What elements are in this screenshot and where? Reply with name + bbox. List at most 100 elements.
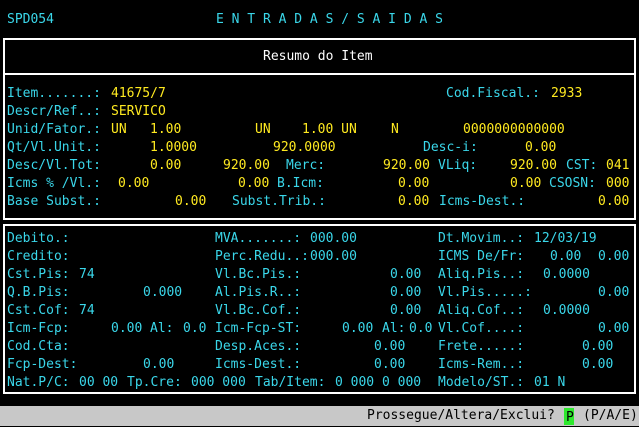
unid-1-value[interactable]: UN: [111, 121, 127, 139]
status-prompt: Prossegue/Altera/Exclui?: [367, 408, 555, 423]
icm-fcp-value[interactable]: 0.00: [111, 320, 142, 338]
icms-dest-label: Icms-Dest.:: [439, 194, 526, 209]
aliq-pis-label: Aliq.Pis..:: [438, 267, 525, 282]
item-label: Item.......:: [7, 86, 101, 101]
icms-fr-value[interactable]: 0.00: [598, 248, 629, 266]
vl-bc-cof-label: Vl.Bc.Cof.:: [215, 303, 302, 318]
modelo-st-value[interactable]: 01 N: [534, 374, 565, 392]
icms-pct-value[interactable]: 0.00: [118, 175, 149, 193]
vl-pis-label: Vl.Pis.....:: [438, 285, 532, 300]
qb-pis-label: Q.B.Pis:: [7, 285, 70, 300]
vl-cof-label: Vl.Cof....:: [438, 321, 525, 336]
item-value[interactable]: 41675/7: [111, 85, 166, 103]
al2-value[interactable]: 0.0: [409, 320, 432, 338]
subst-trib-value[interactable]: 0.00: [398, 193, 429, 211]
debito-label: Debito.:: [7, 231, 70, 246]
icms-de-value[interactable]: 0.00: [550, 248, 581, 266]
flag-n-value[interactable]: N: [391, 121, 399, 139]
al-pis-r-label: Al.Pis.R..:: [215, 285, 302, 300]
dt-movim-label: Dt.Movim..:: [438, 231, 525, 246]
screen-title: E N T R A D A S / S A I D A S: [216, 12, 443, 27]
fcp-dest-label: Fcp-Dest:: [7, 357, 78, 372]
cod-cta-label: Cod.Cta:: [7, 339, 70, 354]
section-title: Resumo do Item: [263, 49, 373, 64]
modelo-st-label: Modelo/ST.:: [438, 375, 525, 390]
cod-fiscal-value[interactable]: 2933: [551, 85, 582, 103]
frete-value[interactable]: 0.00: [582, 338, 613, 356]
cst-pis-label: Cst.Pis:: [7, 267, 70, 282]
desp-aces-value[interactable]: 0.00: [374, 338, 405, 356]
vl-cof-value[interactable]: 0.00: [598, 320, 629, 338]
vliq-value[interactable]: 920.00: [510, 157, 557, 175]
qb-pis-value[interactable]: 0.000: [143, 284, 182, 302]
vl-bc-cof-value[interactable]: 0.00: [390, 302, 421, 320]
aliq-cof-value[interactable]: 0.0000: [543, 302, 590, 320]
credito-label: Credito:: [7, 249, 70, 264]
icm-fcp-st-value[interactable]: 0.00: [342, 320, 373, 338]
dt-movim-value[interactable]: 12/03/19: [534, 230, 597, 248]
al-value[interactable]: 0.0: [183, 320, 206, 338]
unid-code-value[interactable]: 0000000000000: [463, 121, 565, 139]
perc-redu-label: Perc.Redu..:: [215, 249, 309, 264]
icms-dest2-value[interactable]: 0.00: [374, 356, 405, 374]
fator-1-value[interactable]: 1.00: [150, 121, 181, 139]
aliq-cof-label: Aliq.Cof..:: [438, 303, 525, 318]
descr-value[interactable]: SERVICO: [111, 103, 166, 121]
base-subst-value[interactable]: 0.00: [175, 193, 206, 211]
desc-vl-tot-label: Desc/Vl.Tot:: [7, 158, 101, 173]
bicm-label: B.Icm:: [277, 176, 324, 191]
vl-bc-pis-value[interactable]: 0.00: [390, 266, 421, 284]
icms-rem-label: Icms-Rem..:: [438, 357, 525, 372]
tab-item-value[interactable]: 0 000 0 000: [335, 374, 421, 392]
nat-pc-value[interactable]: 00 00: [79, 374, 118, 392]
mva-value[interactable]: 000.00: [310, 230, 357, 248]
cst-label: CST:: [566, 158, 598, 173]
cst-pis-value[interactable]: 74: [79, 266, 95, 284]
command-input[interactable]: P: [566, 409, 574, 427]
vliq-label: VLiq:: [438, 158, 478, 173]
base-subst-label: Base Subst.:: [7, 194, 101, 209]
vl-unit-value[interactable]: 920.0000: [273, 139, 336, 157]
cod-fiscal-label: Cod.Fiscal.:: [446, 86, 540, 101]
unid-fator-label: Unid/Fator.:: [7, 122, 101, 137]
desc-i-label: Desc-i:: [423, 140, 478, 155]
icm-fcp-label: Icm-Fcp:: [7, 321, 70, 336]
cst-value[interactable]: 041: [606, 157, 629, 175]
fcp-dest-value[interactable]: 0.00: [143, 356, 174, 374]
fator-2-value[interactable]: 1.00 UN: [302, 121, 357, 139]
al2-label: Al:: [382, 321, 406, 336]
icm-fcp-st-label: Icm-Fcp-ST:: [215, 321, 302, 336]
tp-cre-label: Tp.Cre:: [127, 375, 182, 390]
csosn-label: CSOSN:: [549, 176, 596, 191]
bicm-value[interactable]: 0.00: [398, 175, 429, 193]
icms-dest2-label: Icms-Dest.:: [215, 357, 302, 372]
summary-divider: [3, 73, 636, 75]
perc-redu-value[interactable]: 000.00: [310, 248, 357, 266]
cst-cof-value[interactable]: 74: [79, 302, 95, 320]
icms-label: Icms % /Vl.:: [7, 176, 101, 191]
desc-i-value[interactable]: 0.00: [525, 139, 556, 157]
csosn-value[interactable]: 000: [606, 175, 629, 193]
status-bar: Prossegue/Altera/Exclui? (P/A/E): [0, 406, 639, 426]
aliq-pis-value[interactable]: 0.0000: [543, 266, 590, 284]
qt-value[interactable]: 1.0000: [150, 139, 197, 157]
mva-label: MVA.......:: [215, 231, 302, 246]
icms-dest-value[interactable]: 0.00: [598, 193, 629, 211]
unid-2-value[interactable]: UN: [255, 121, 271, 139]
icms-vl-value[interactable]: 0.00: [238, 175, 269, 193]
vl-bc-pis-label: Vl.Bc.Pis.:: [215, 267, 302, 282]
subst-trib-label: Subst.Trib.:: [232, 194, 326, 209]
status-options: (P/A/E): [583, 408, 638, 423]
tp-cre-value[interactable]: 000 000: [191, 374, 246, 392]
desc-value[interactable]: 0.00: [150, 157, 181, 175]
qt-vl-unit-label: Qt/Vl.Unit.:: [7, 140, 101, 155]
icms-rem-value[interactable]: 0.00: [582, 356, 613, 374]
al-pis-r-value[interactable]: 0.00: [390, 284, 421, 302]
cst-cof-label: Cst.Cof:: [7, 303, 70, 318]
vl-tot-value[interactable]: 920.00: [223, 157, 270, 175]
vl-pis-value[interactable]: 0.00: [598, 284, 629, 302]
bicm-value-2[interactable]: 0.00: [510, 175, 541, 193]
merc-label: Merc:: [286, 158, 326, 173]
desp-aces-label: Desp.Aces.:: [215, 339, 302, 354]
merc-value[interactable]: 920.00: [383, 157, 430, 175]
